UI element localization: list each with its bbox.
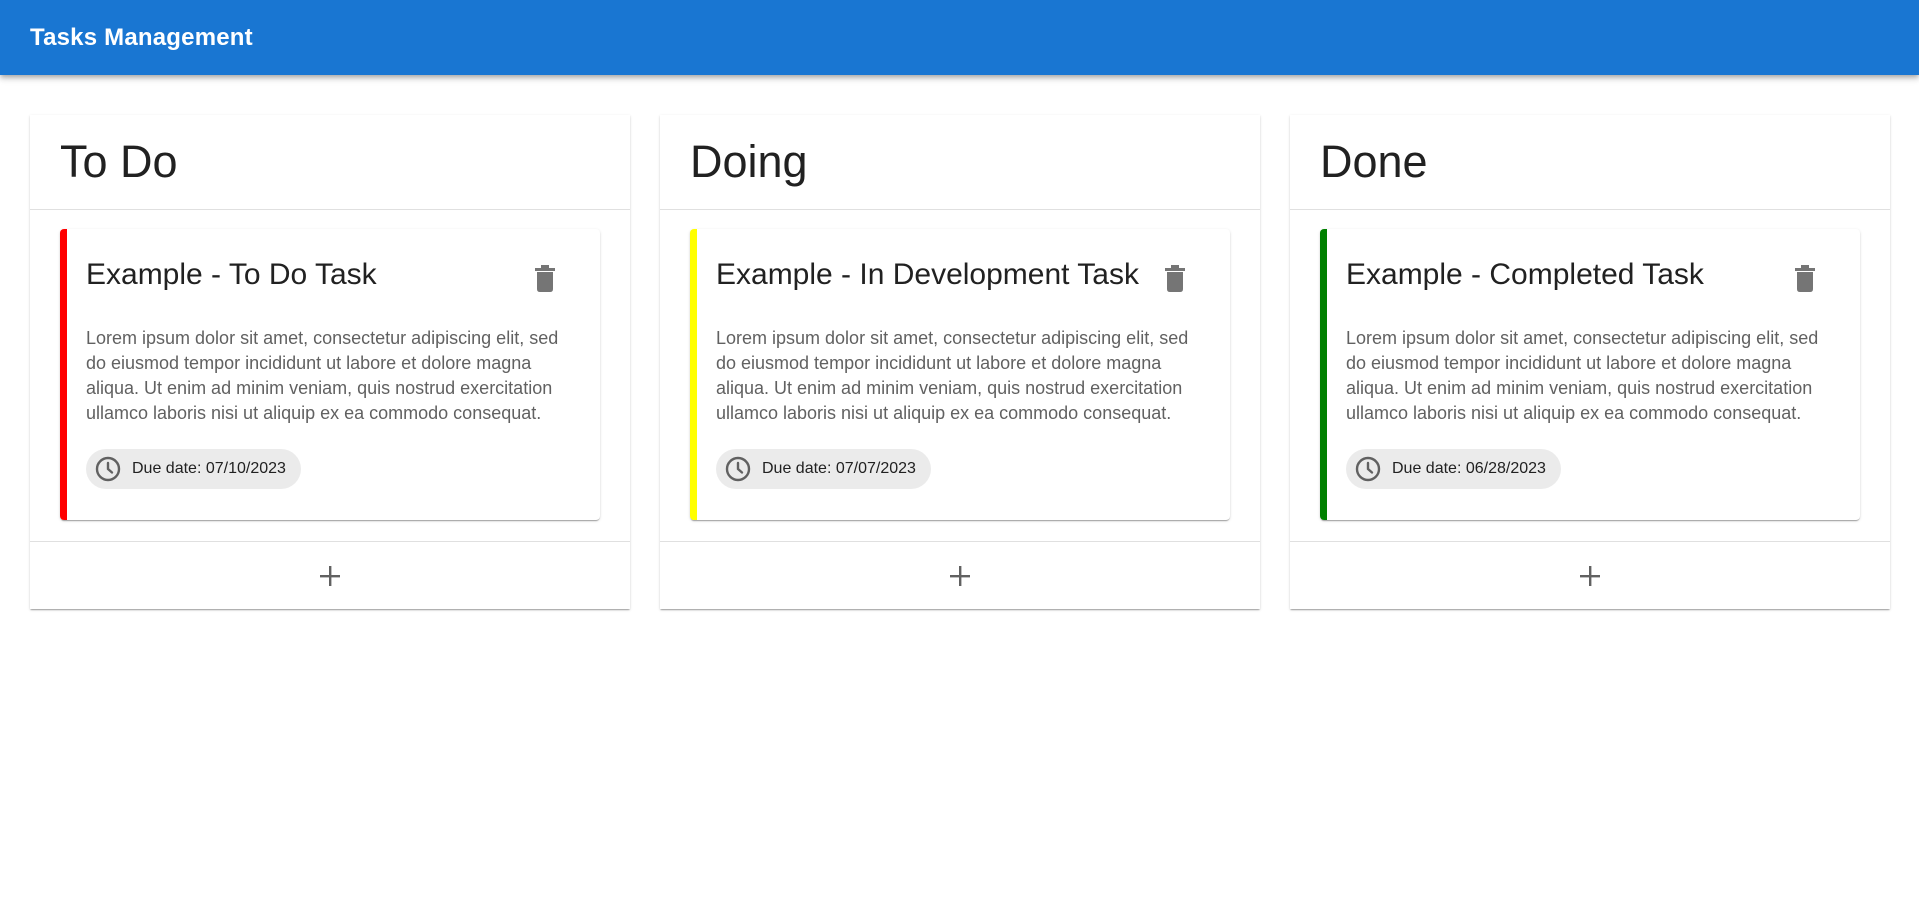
add-task-button[interactable] xyxy=(310,556,350,596)
task-description: Lorem ipsum dolor sit amet, consectetur … xyxy=(86,328,559,423)
task-description: Lorem ipsum dolor sit amet, consectetur … xyxy=(716,328,1189,423)
task-board: To Do Example - To Do Task Lorem ipsum d… xyxy=(30,115,1890,609)
task-status-accent xyxy=(60,229,67,520)
column-body: Example - To Do Task Lorem ipsum dolor s… xyxy=(30,210,630,541)
plus-icon xyxy=(320,565,340,586)
due-date-chip: Due date: 07/07/2023 xyxy=(716,449,931,489)
task-description: Lorem ipsum dolor sit amet, consectetur … xyxy=(1346,328,1819,423)
column-doing: Doing Example - In Development Task Lore… xyxy=(660,115,1260,609)
delete-task-button[interactable] xyxy=(530,260,560,296)
task-card[interactable]: Example - In Development Task Lorem ipsu… xyxy=(690,229,1230,520)
app-title: Tasks Management xyxy=(30,23,253,51)
trash-icon xyxy=(535,264,555,292)
delete-task-button[interactable] xyxy=(1790,260,1820,296)
task-title: Example - Completed Task xyxy=(1346,258,1704,291)
column-header: Doing xyxy=(660,115,1260,210)
column-title: Done xyxy=(1320,136,1428,187)
add-task-button[interactable] xyxy=(1570,556,1610,596)
column-footer xyxy=(1290,541,1890,609)
column-title: Doing xyxy=(690,136,808,187)
column-footer xyxy=(660,541,1260,609)
task-title: Example - In Development Task xyxy=(716,258,1139,291)
task-card[interactable]: Example - Completed Task Lorem ipsum dol… xyxy=(1320,229,1860,520)
column-todo: To Do Example - To Do Task Lorem ipsum d… xyxy=(30,115,630,609)
column-header: Done xyxy=(1290,115,1890,210)
task-title: Example - To Do Task xyxy=(86,258,377,291)
clock-icon xyxy=(724,455,752,483)
clock-icon xyxy=(1354,455,1382,483)
task-status-accent xyxy=(690,229,697,520)
app-bar: Tasks Management xyxy=(0,0,1919,75)
column-footer xyxy=(30,541,630,609)
task-card[interactable]: Example - To Do Task Lorem ipsum dolor s… xyxy=(60,229,600,520)
column-header: To Do xyxy=(30,115,630,210)
task-header: Example - Completed Task xyxy=(1346,257,1820,296)
column-done: Done Example - Completed Task Lorem ipsu… xyxy=(1290,115,1890,609)
column-body: Example - Completed Task Lorem ipsum dol… xyxy=(1290,210,1890,541)
task-header: Example - In Development Task xyxy=(716,257,1190,296)
plus-icon xyxy=(1580,565,1600,586)
plus-icon xyxy=(950,565,970,586)
trash-icon xyxy=(1795,264,1815,292)
add-task-button[interactable] xyxy=(940,556,980,596)
due-date-text: Due date: 07/10/2023 xyxy=(132,460,286,477)
task-header: Example - To Do Task xyxy=(86,257,560,296)
due-date-text: Due date: 07/07/2023 xyxy=(762,460,916,477)
due-date-chip: Due date: 06/28/2023 xyxy=(1346,449,1561,489)
column-title: To Do xyxy=(60,136,178,187)
due-date-chip: Due date: 07/10/2023 xyxy=(86,449,301,489)
due-date-text: Due date: 06/28/2023 xyxy=(1392,460,1546,477)
delete-task-button[interactable] xyxy=(1160,260,1190,296)
column-body: Example - In Development Task Lorem ipsu… xyxy=(660,210,1260,541)
trash-icon xyxy=(1165,264,1185,292)
task-status-accent xyxy=(1320,229,1327,520)
clock-icon xyxy=(94,455,122,483)
